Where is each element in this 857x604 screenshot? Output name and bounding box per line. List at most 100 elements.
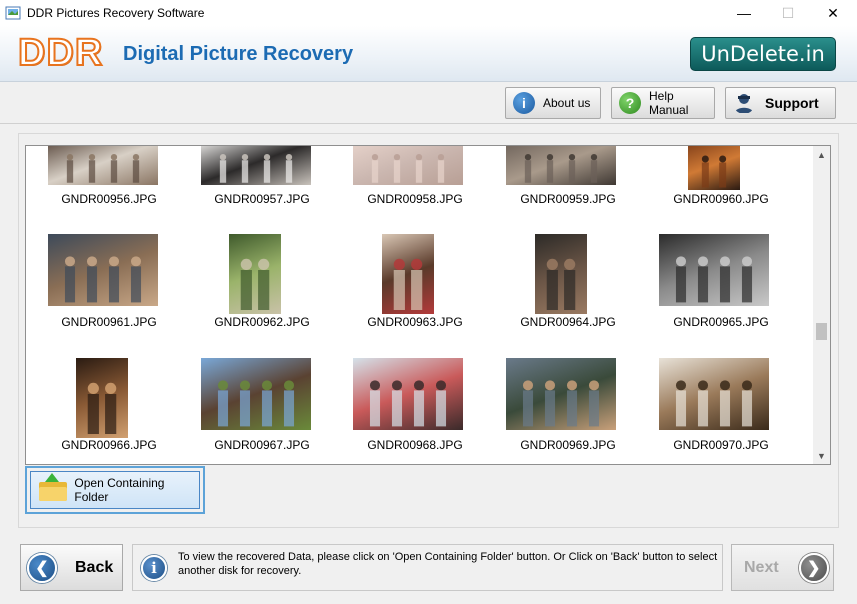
support-button[interactable]: Support <box>725 87 836 119</box>
question-icon: ? <box>619 92 641 114</box>
photo-preview-image[interactable] <box>201 146 311 185</box>
file-thumbnail[interactable]: GNDR00957.JPG <box>187 146 327 464</box>
photo-content <box>219 153 293 183</box>
next-button[interactable]: Next ❯ <box>731 544 834 591</box>
app-icon <box>5 6 21 20</box>
photo-preview-image[interactable] <box>76 358 128 438</box>
header-banner: DDR Digital Picture Recovery UnDelete.in <box>0 26 857 82</box>
file-name-label: GNDR00957.JPG <box>214 192 310 206</box>
file-thumbnail[interactable]: GNDR00965.JPG <box>646 146 786 464</box>
help-manual-button[interactable]: ? Help Manual <box>611 87 715 119</box>
about-us-button[interactable]: i About us <box>505 87 601 119</box>
photo-content <box>369 380 447 427</box>
ddr-logo: DDR <box>17 31 104 75</box>
photo-preview-image[interactable] <box>535 234 587 314</box>
photo-content <box>546 258 576 310</box>
open-folder-label: Open Containing Folder <box>74 476 165 504</box>
scroll-down-arrow-icon[interactable]: ▼ <box>813 447 830 464</box>
photo-content <box>66 153 140 183</box>
file-thumbnail[interactable]: GNDR00962.JPG <box>187 146 327 464</box>
file-thumbnail[interactable]: GNDR00967.JPG <box>187 146 327 464</box>
photo-preview-image[interactable] <box>48 234 158 306</box>
info-icon: i <box>141 555 167 581</box>
back-label: Back <box>75 558 114 576</box>
file-thumbnail[interactable]: GNDR00966.JPG <box>34 146 174 464</box>
photo-content <box>393 258 423 310</box>
file-name-label: GNDR00963.JPG <box>367 315 463 329</box>
info-icon: i <box>513 92 535 114</box>
photo-content <box>371 153 445 183</box>
folder-icon <box>39 473 67 501</box>
about-us-label: About us <box>543 96 591 110</box>
product-title: Digital Picture Recovery <box>123 43 354 65</box>
file-name-label: GNDR00959.JPG <box>520 192 616 206</box>
minimize-button[interactable]: — <box>721 0 767 26</box>
photo-content <box>701 155 727 188</box>
photo-content <box>675 380 753 427</box>
file-name-label: GNDR00964.JPG <box>520 315 616 329</box>
photo-preview-image[interactable] <box>382 234 434 314</box>
undelete-brand-badge[interactable]: UnDelete.in <box>690 37 836 71</box>
help-manual-label: Help Manual <box>649 89 689 117</box>
file-thumbnail[interactable]: GNDR00958.JPG <box>340 146 480 464</box>
photo-preview-image[interactable] <box>201 358 311 430</box>
person-icon <box>735 94 753 113</box>
file-thumbnail[interactable]: GNDR00959.JPG <box>493 146 633 464</box>
photo-preview-image[interactable] <box>48 146 158 185</box>
file-thumbnail[interactable]: GNDR00970.JPG <box>646 146 786 464</box>
photo-preview-image[interactable] <box>659 358 769 430</box>
photo-content <box>217 380 295 427</box>
close-button[interactable]: ✕ <box>810 0 856 26</box>
file-thumbnail[interactable]: GNDR00960.JPG <box>646 146 786 464</box>
file-thumbnail[interactable]: GNDR00961.JPG <box>34 146 174 464</box>
photo-content <box>675 256 753 303</box>
photo-content <box>64 256 142 303</box>
info-message-box: i To view the recovered Data, please cli… <box>132 544 723 591</box>
open-containing-folder-button[interactable]: Open Containing Folder <box>25 466 205 514</box>
file-thumbnail[interactable]: GNDR00963.JPG <box>340 146 480 464</box>
file-name-label: GNDR00968.JPG <box>367 438 463 452</box>
window-title: DDR Pictures Recovery Software <box>27 6 205 20</box>
file-name-label: GNDR00969.JPG <box>520 438 616 452</box>
minimize-icon: — <box>737 5 751 21</box>
file-thumbnail[interactable]: GNDR00969.JPG <box>493 146 633 464</box>
title-bar: DDR Pictures Recovery Software — ☐ ✕ <box>0 0 857 26</box>
photo-preview-image[interactable] <box>659 234 769 306</box>
maximize-button[interactable]: ☐ <box>765 0 811 26</box>
file-name-label: GNDR00965.JPG <box>673 315 769 329</box>
photo-preview-image[interactable] <box>506 146 616 185</box>
file-thumbnail[interactable]: GNDR00968.JPG <box>340 146 480 464</box>
photo-preview-image[interactable] <box>688 146 740 190</box>
back-button[interactable]: ❮ Back <box>20 544 123 591</box>
scrollbar-thumb[interactable] <box>816 323 827 340</box>
back-arrow-icon: ❮ <box>27 552 57 583</box>
photo-preview-image[interactable] <box>229 234 281 314</box>
close-icon: ✕ <box>827 4 839 21</box>
maximize-icon: ☐ <box>781 4 795 21</box>
next-arrow-icon: ❯ <box>798 552 829 583</box>
gallery-scrollbar[interactable]: ▲ ▼ <box>813 146 830 464</box>
photo-preview-image[interactable] <box>353 146 463 185</box>
file-thumbnail[interactable]: GNDR00956.JPG <box>34 146 174 464</box>
file-name-label: GNDR00956.JPG <box>61 192 157 206</box>
file-name-label: GNDR00966.JPG <box>61 438 157 452</box>
photo-content <box>522 380 600 427</box>
next-label: Next <box>744 558 779 576</box>
top-toolbar: i About us ? Help Manual Support <box>0 82 857 124</box>
file-thumbnail[interactable]: GNDR00964.JPG <box>493 146 633 464</box>
file-name-label: GNDR00958.JPG <box>367 192 463 206</box>
photo-content <box>240 258 270 310</box>
file-name-label: GNDR00961.JPG <box>61 315 157 329</box>
info-message-text: To view the recovered Data, please click… <box>178 551 718 577</box>
file-name-label: GNDR00962.JPG <box>214 315 310 329</box>
file-name-label: GNDR00970.JPG <box>673 438 769 452</box>
file-name-label: GNDR00967.JPG <box>214 438 310 452</box>
photo-preview-image[interactable] <box>506 358 616 430</box>
recovered-files-gallery[interactable]: GNDR00956.JPG GNDR00957.JPG GNDR00958.JPG G… <box>25 145 831 465</box>
file-name-label: GNDR00960.JPG <box>673 192 769 206</box>
photo-content <box>87 382 117 434</box>
scroll-up-arrow-icon[interactable]: ▲ <box>813 146 830 163</box>
support-label: Support <box>765 95 819 111</box>
photo-content <box>524 153 598 183</box>
photo-preview-image[interactable] <box>353 358 463 430</box>
